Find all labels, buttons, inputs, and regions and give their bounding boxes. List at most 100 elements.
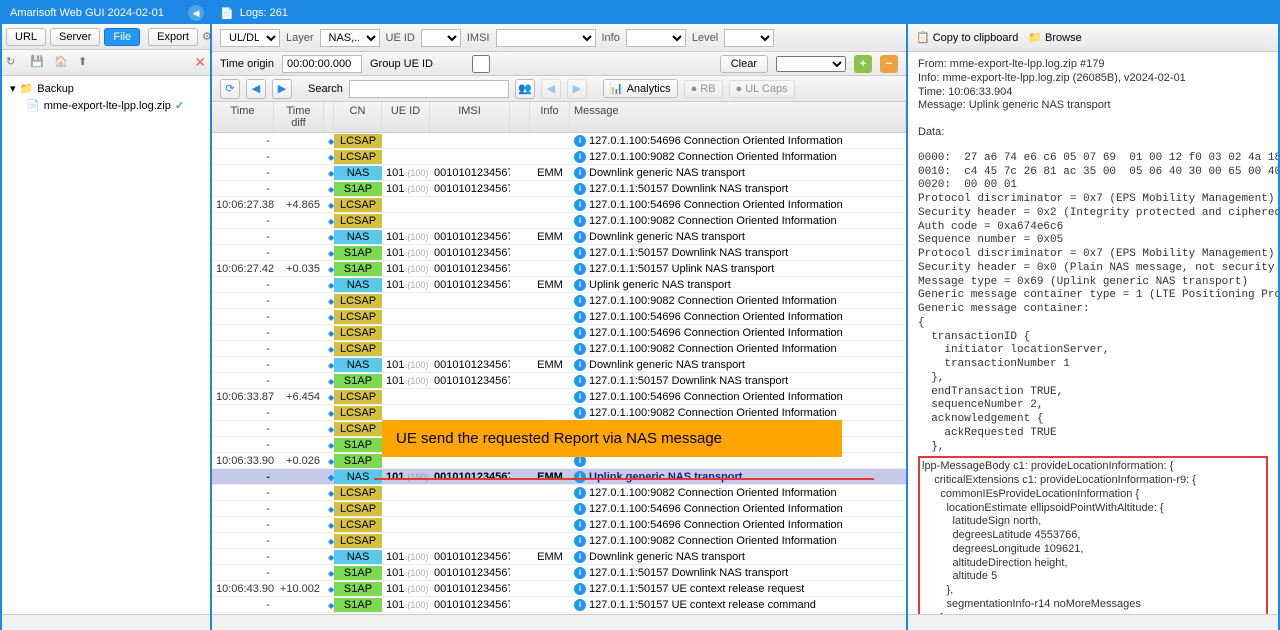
- clear-button[interactable]: Clear: [720, 55, 768, 73]
- info-icon[interactable]: i: [574, 295, 586, 307]
- info-icon[interactable]: i: [574, 567, 586, 579]
- log-row[interactable]: -◆NAS101 (100)001010123456789EMMiDownlin…: [212, 165, 906, 181]
- level-select[interactable]: [724, 29, 774, 47]
- analytics-button[interactable]: 📊Analytics: [603, 79, 678, 98]
- browse-button[interactable]: 📁Browse: [1028, 31, 1081, 44]
- collapse-left-icon[interactable]: ◀: [188, 5, 204, 21]
- info-select[interactable]: [626, 29, 686, 47]
- tree-file-item[interactable]: 📄 mme-export-lte-lpp.log.zip ✓: [26, 97, 202, 114]
- header-diff[interactable]: Time diff: [274, 102, 324, 132]
- info-icon[interactable]: i: [574, 343, 586, 355]
- log-row[interactable]: 10:06:43.906+10.002◆S1AP101 (100)0010101…: [212, 581, 906, 597]
- scrollbar-horizontal[interactable]: [2, 614, 210, 630]
- info-icon[interactable]: i: [574, 487, 586, 499]
- scrollbar-horizontal[interactable]: [908, 614, 1278, 630]
- info-icon[interactable]: i: [574, 599, 586, 611]
- info-icon[interactable]: i: [574, 215, 586, 227]
- info-icon[interactable]: i: [574, 519, 586, 531]
- header-time[interactable]: Time: [212, 102, 274, 132]
- info-icon[interactable]: i: [574, 503, 586, 515]
- detail-panel[interactable]: From: mme-export-lte-lpp.log.zip #179 In…: [908, 52, 1278, 614]
- header-msg[interactable]: Message: [570, 102, 906, 132]
- log-row[interactable]: -◆LCSAPi127.0.1.100:9082 Connection Orie…: [212, 485, 906, 501]
- log-row[interactable]: -◆LCSAPi127.0.1.100:9082 Connection Orie…: [212, 341, 906, 357]
- scrollbar-horizontal[interactable]: [212, 614, 906, 630]
- header-cn[interactable]: CN: [334, 102, 382, 132]
- export-button[interactable]: Export: [148, 28, 198, 46]
- log-row[interactable]: 10:06:27.389+4.865◆LCSAPi127.0.1.100:546…: [212, 197, 906, 213]
- remove-filter-button[interactable]: −: [880, 55, 898, 73]
- log-row[interactable]: -◆S1AP101 (100)001010123456789i127.0.1.1…: [212, 373, 906, 389]
- info-icon[interactable]: i: [574, 231, 586, 243]
- log-row[interactable]: -◆LCSAPi127.0.1.100:9082 Connection Orie…: [212, 405, 906, 421]
- log-row[interactable]: -◆LCSAPi127.0.1.100:9082 Connection Orie…: [212, 533, 906, 549]
- info-icon[interactable]: i: [574, 407, 586, 419]
- log-row[interactable]: -◆LCSAPi127.0.1.100:54696 Connection Ori…: [212, 325, 906, 341]
- info-icon[interactable]: i: [574, 375, 586, 387]
- rb-button[interactable]: ●RB: [684, 80, 723, 98]
- nav-prev-icon[interactable]: ◀: [246, 79, 266, 99]
- info-icon[interactable]: i: [574, 199, 586, 211]
- home-icon[interactable]: 🏠: [54, 55, 70, 71]
- export-menu-icon[interactable]: ⚙: [202, 30, 212, 43]
- search-input[interactable]: [349, 80, 509, 98]
- file-button[interactable]: File: [104, 28, 140, 46]
- info-icon[interactable]: i: [574, 279, 586, 291]
- search-prev-icon[interactable]: ◀: [541, 79, 561, 99]
- log-row[interactable]: -◆NAS101 (100)001010123456789EMMiDownlin…: [212, 357, 906, 373]
- info-icon[interactable]: i: [574, 263, 586, 275]
- info-icon[interactable]: i: [574, 247, 586, 259]
- info-icon[interactable]: i: [574, 135, 586, 147]
- log-row[interactable]: -◆LCSAPi127.0.1.100:9082 Connection Orie…: [212, 149, 906, 165]
- tree-folder-backup[interactable]: ▾ 📁 Backup: [10, 80, 202, 97]
- log-grid[interactable]: Time Time diff CN UE ID IMSI Info Messag…: [212, 102, 906, 614]
- save-icon[interactable]: 💾: [30, 55, 46, 71]
- ueid-select[interactable]: [421, 29, 461, 47]
- nav-next-icon[interactable]: ▶: [272, 79, 292, 99]
- log-row[interactable]: -◆NAS101 (100)001010123456789EMMiUplink …: [212, 469, 906, 485]
- log-row[interactable]: -◆S1AP101 (100)001010123456789i127.0.1.1…: [212, 597, 906, 613]
- log-row[interactable]: 10:06:33.878+6.454◆LCSAPi127.0.1.100:546…: [212, 389, 906, 405]
- search-next-icon[interactable]: ▶: [567, 79, 587, 99]
- log-row[interactable]: -◆NAS101 (100)001010123456789EMMiUplink …: [212, 277, 906, 293]
- header-info[interactable]: Info: [530, 102, 570, 132]
- log-row[interactable]: -◆NAS101 (100)001010123456789EMMiDownlin…: [212, 229, 906, 245]
- info-icon[interactable]: i: [574, 183, 586, 195]
- add-filter-button[interactable]: +: [854, 55, 872, 73]
- layer-select[interactable]: NAS,...: [320, 29, 380, 47]
- info-icon[interactable]: i: [574, 551, 586, 563]
- ulcaps-button[interactable]: ●UL Caps: [729, 80, 795, 98]
- refresh-icon[interactable]: ↻: [6, 55, 22, 71]
- log-row[interactable]: -◆S1AP101 (100)001010123456789i127.0.1.1…: [212, 181, 906, 197]
- imsi-select[interactable]: [496, 29, 596, 47]
- info-icon[interactable]: i: [574, 167, 586, 179]
- log-row[interactable]: -◆LCSAPi127.0.1.100:54696 Connection Ori…: [212, 517, 906, 533]
- log-row[interactable]: -◆NAS101 (100)001010123456789EMMiDownlin…: [212, 549, 906, 565]
- server-button[interactable]: Server: [50, 28, 100, 46]
- info-icon[interactable]: i: [574, 327, 586, 339]
- log-row[interactable]: -◆LCSAPi127.0.1.100:54696 Connection Ori…: [212, 309, 906, 325]
- log-row[interactable]: -◆LCSAPi127.0.1.100:9082 Connection Orie…: [212, 213, 906, 229]
- up-icon[interactable]: ⬆: [78, 55, 94, 71]
- tree-expand-icon[interactable]: ▾: [10, 82, 16, 95]
- info-icon[interactable]: i: [574, 583, 586, 595]
- users-icon[interactable]: 👥: [515, 79, 535, 99]
- log-row[interactable]: -◆LCSAPi127.0.1.100:54696 Connection Ori…: [212, 501, 906, 517]
- uldl-select[interactable]: UL/DL: [220, 29, 280, 47]
- close-icon[interactable]: ✕: [194, 54, 206, 71]
- info-icon[interactable]: i: [574, 151, 586, 163]
- info-icon[interactable]: i: [574, 471, 586, 483]
- group-ueid-checkbox[interactable]: [441, 55, 521, 73]
- log-row[interactable]: -◆LCSAPi127.0.1.100:54696 Connection Ori…: [212, 133, 906, 149]
- log-row[interactable]: -◆LCSAPi127.0.1.100:9082 Connection Orie…: [212, 293, 906, 309]
- info-icon[interactable]: i: [574, 535, 586, 547]
- copy-clipboard-button[interactable]: 📋Copy to clipboard: [916, 31, 1018, 44]
- info-icon[interactable]: i: [574, 311, 586, 323]
- filter-extra-select[interactable]: [776, 56, 846, 72]
- time-origin-input[interactable]: [282, 55, 362, 73]
- log-row[interactable]: -◆S1AP101 (100)001010123456789i127.0.1.1…: [212, 245, 906, 261]
- info-icon[interactable]: i: [574, 359, 586, 371]
- log-row[interactable]: -◆S1AP101 (100)001010123456789i127.0.1.1…: [212, 565, 906, 581]
- url-button[interactable]: URL: [6, 28, 46, 46]
- header-imsi[interactable]: IMSI: [430, 102, 510, 132]
